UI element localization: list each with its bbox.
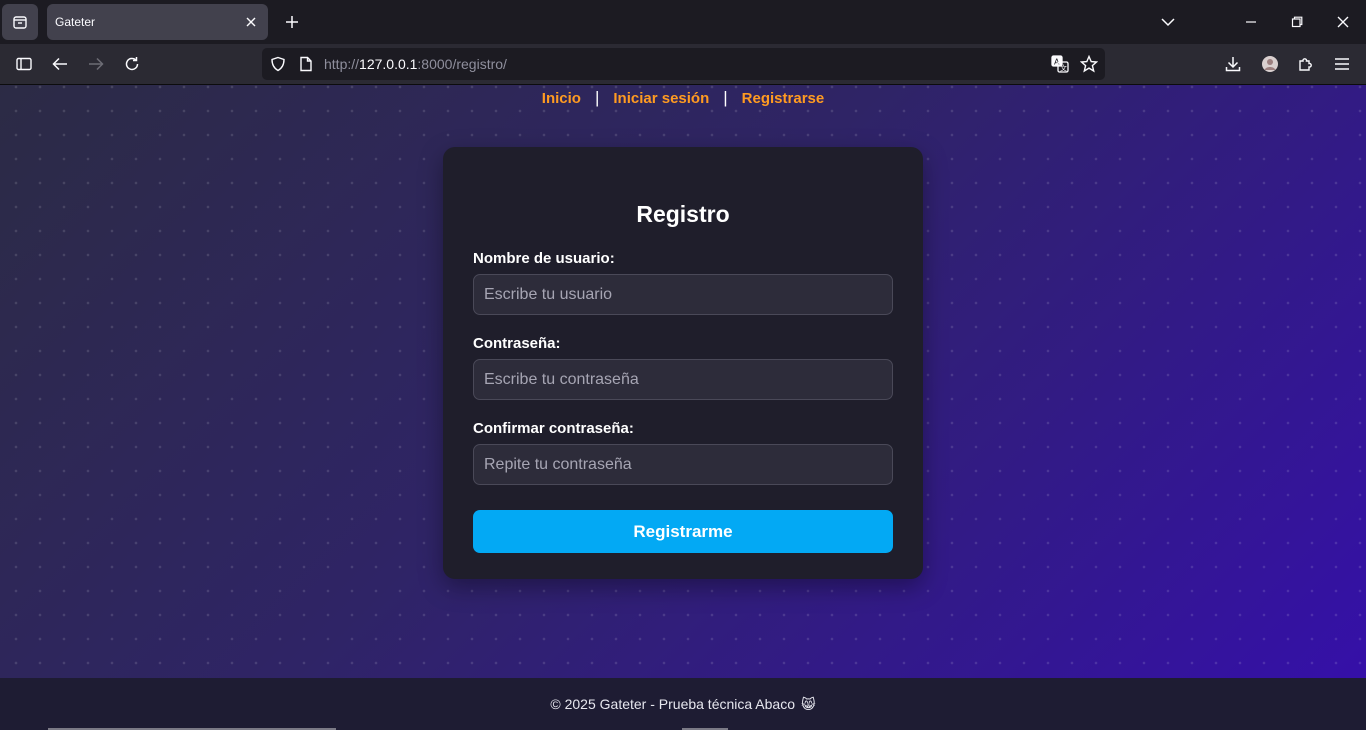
arrow-left-icon	[52, 57, 67, 71]
tab-overview-button[interactable]	[2, 4, 38, 40]
restore-button[interactable]	[1274, 0, 1320, 44]
close-icon	[1337, 16, 1349, 28]
page-footer: © 2025 Gateter - Prueba técnica Abaco 😸	[0, 678, 1366, 730]
account-button[interactable]	[1255, 49, 1285, 79]
close-icon	[246, 17, 256, 27]
restore-icon	[1291, 16, 1303, 28]
app-menu-button[interactable]	[1327, 49, 1357, 79]
nav-separator: |	[594, 88, 600, 107]
tab-title: Gateter	[55, 15, 96, 29]
nav-link-registrarse[interactable]: Registrarse	[742, 90, 825, 107]
reload-icon	[125, 57, 139, 71]
top-navigation: Inicio | Iniciar sesión | Registrarse	[0, 88, 1366, 108]
nav-separator: |	[723, 88, 728, 107]
plus-icon	[286, 16, 298, 28]
chevron-down-icon	[1161, 18, 1175, 27]
back-button[interactable]	[45, 49, 75, 79]
url-scheme: http://	[324, 56, 360, 72]
extensions-button[interactable]	[1291, 49, 1321, 79]
register-button[interactable]: Registrarme	[473, 510, 893, 553]
tab-close-button[interactable]	[242, 13, 260, 31]
cat-emoji-icon: 😸	[800, 695, 816, 712]
svg-text:文: 文	[1060, 64, 1067, 73]
arrow-right-icon	[89, 57, 104, 71]
browser-tab-active[interactable]: Gateter	[47, 4, 268, 40]
url-text[interactable]: http://127.0.0.1:8000/registro/	[324, 56, 507, 72]
username-input[interactable]	[473, 274, 893, 315]
sidebar-toggle-button[interactable]	[9, 49, 39, 79]
reload-button[interactable]	[117, 49, 147, 79]
avatar	[1262, 56, 1278, 72]
url-host: 127.0.0.1	[359, 56, 418, 72]
address-bar[interactable]: http://127.0.0.1:8000/registro/ A文	[262, 48, 1105, 80]
bookmark-star-icon[interactable]	[1079, 54, 1099, 74]
password-label: Contraseña:	[473, 335, 561, 352]
minimize-button[interactable]	[1228, 0, 1274, 44]
translate-icon[interactable]: A文	[1050, 54, 1070, 74]
close-window-button[interactable]	[1320, 0, 1366, 44]
downloads-button[interactable]	[1218, 49, 1248, 79]
register-card: Registro Nombre de usuario: Contraseña: …	[443, 147, 923, 579]
page-icon[interactable]	[296, 54, 316, 74]
new-tab-button[interactable]	[278, 8, 306, 36]
forward-button[interactable]	[81, 49, 111, 79]
hamburger-menu-icon	[1335, 58, 1349, 70]
form-title: Registro	[636, 201, 730, 227]
tab-list-dropdown-button[interactable]	[1145, 0, 1191, 44]
nav-link-inicio[interactable]: Inicio	[542, 90, 581, 107]
sidebar-icon	[16, 57, 32, 71]
password-input[interactable]	[473, 359, 893, 400]
confirm-password-label: Confirmar contraseña:	[473, 420, 634, 437]
browser-tab-strip: Gateter	[0, 0, 1366, 44]
puzzle-icon	[1299, 58, 1312, 71]
download-icon	[1225, 57, 1241, 72]
footer-text: © 2025 Gateter - Prueba técnica Abaco	[550, 696, 795, 712]
browser-toolbar: http://127.0.0.1:8000/registro/ A文	[0, 44, 1366, 85]
tab-list-icon	[13, 16, 27, 29]
confirm-password-input[interactable]	[473, 444, 893, 485]
page-background: Inicio | Iniciar sesión | Registrarse Re…	[0, 85, 1366, 678]
nav-link-iniciar-sesion[interactable]: Iniciar sesión	[613, 90, 709, 107]
minimize-icon	[1246, 21, 1256, 23]
shield-icon[interactable]	[268, 54, 288, 74]
username-label: Nombre de usuario:	[473, 250, 615, 267]
url-path: :8000/registro/	[417, 56, 507, 72]
